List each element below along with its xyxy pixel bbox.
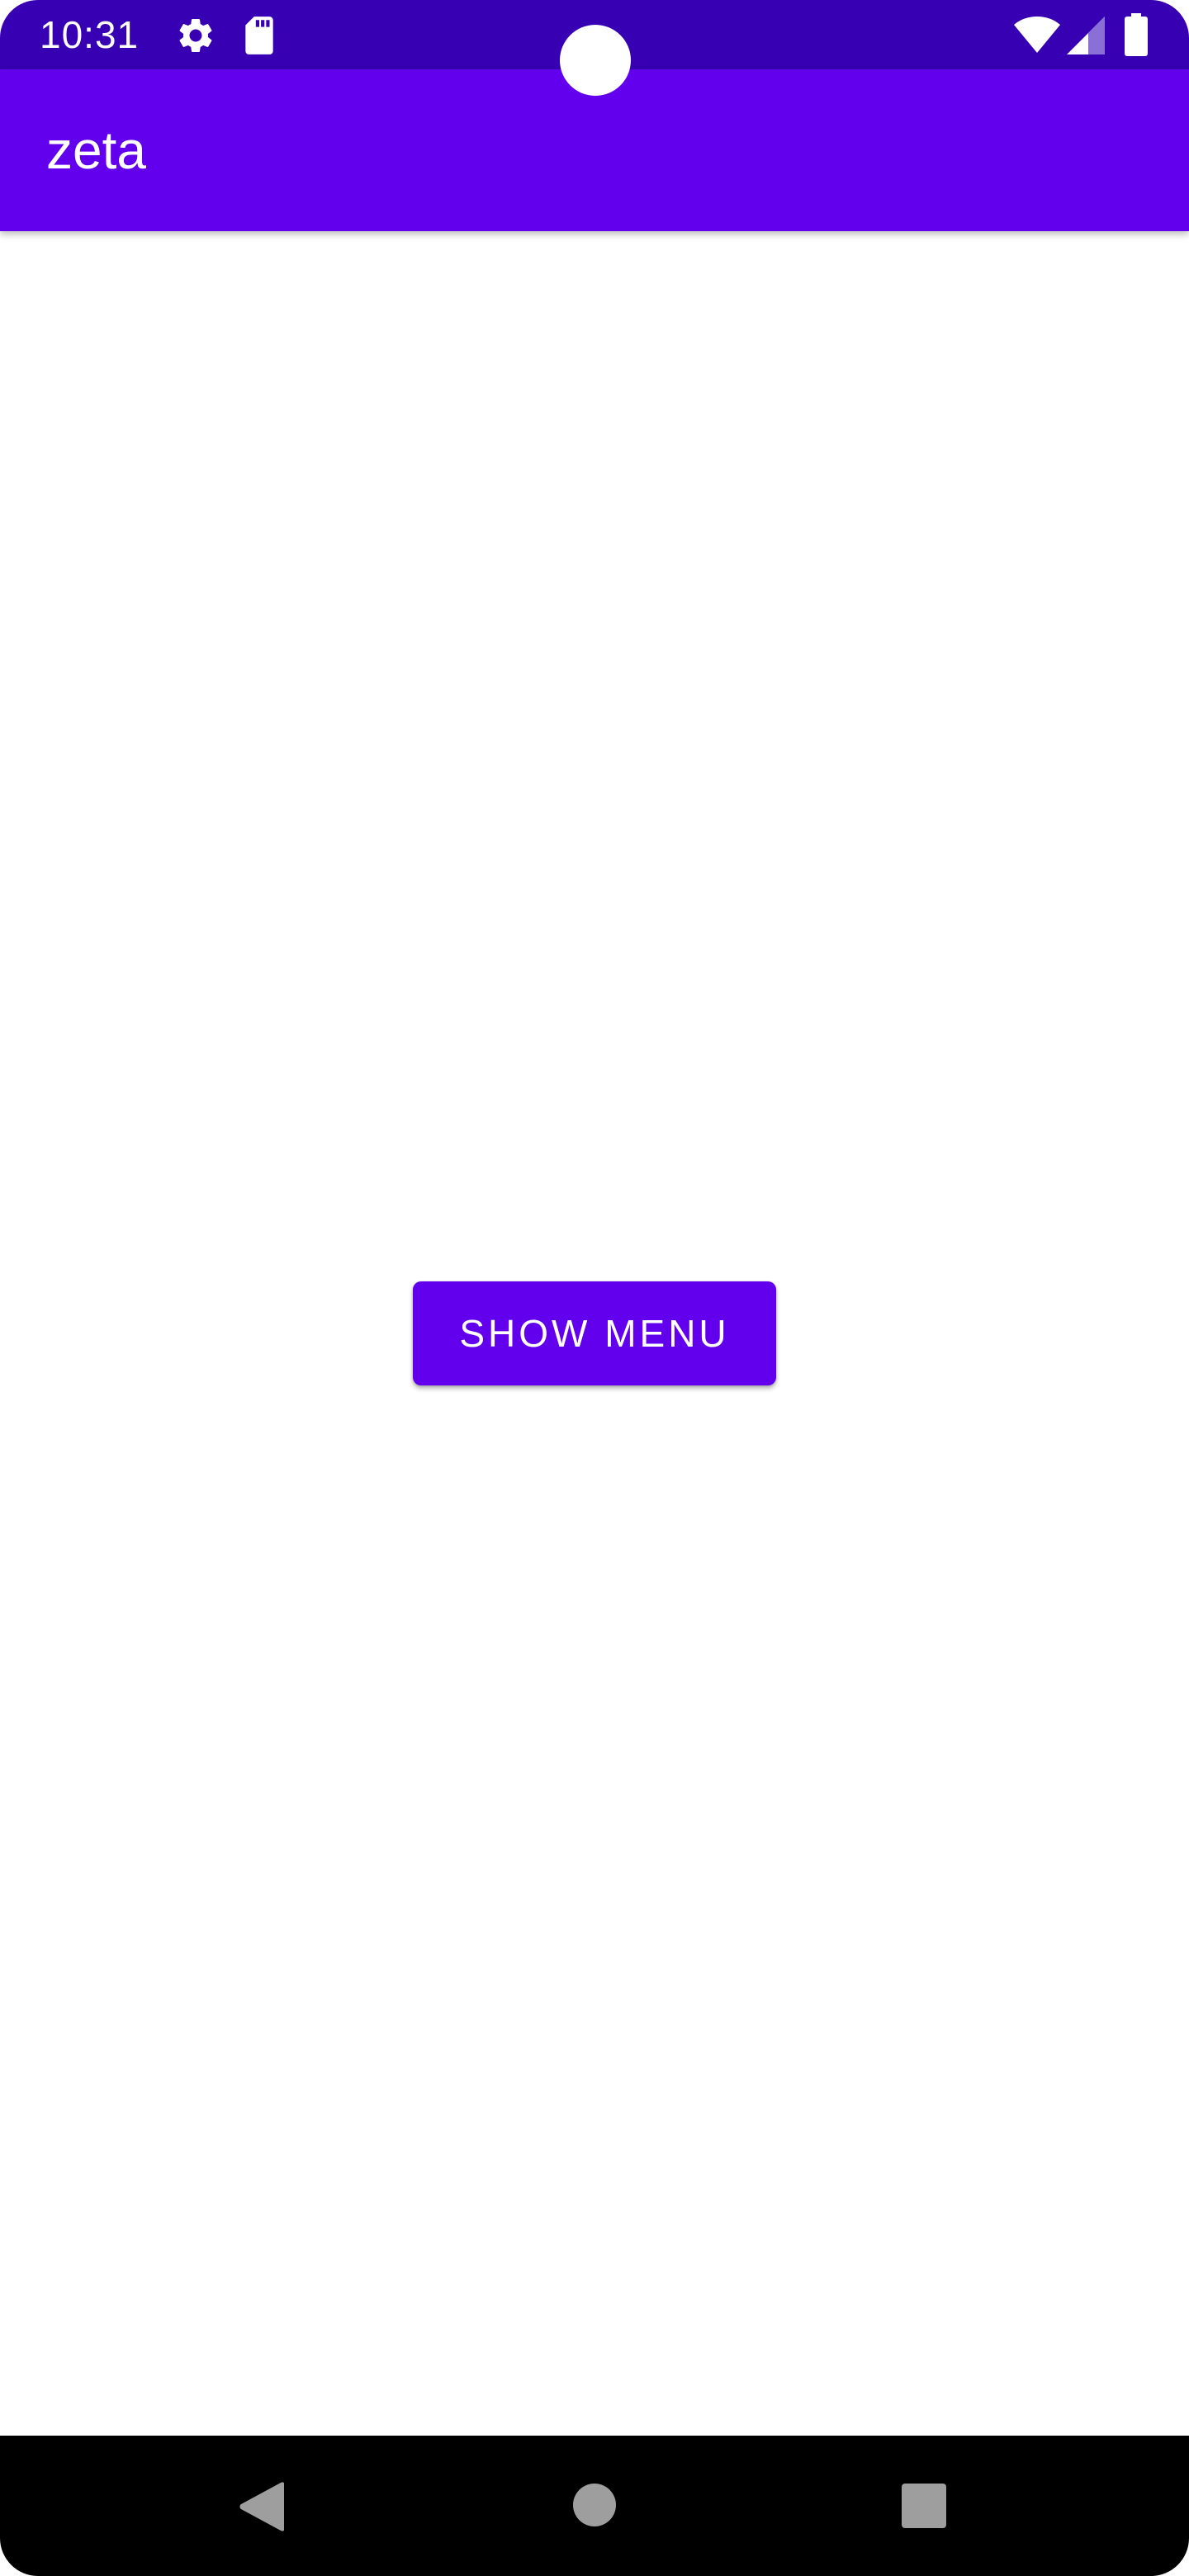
camera-cutout <box>560 25 631 96</box>
main-content: SHOW MENU <box>0 231 1189 2436</box>
status-time: 10:31 <box>40 13 140 56</box>
app-title: zeta <box>46 121 146 180</box>
back-icon[interactable] <box>239 2482 286 2531</box>
home-icon[interactable] <box>573 2484 616 2526</box>
wifi-icon <box>1014 17 1060 53</box>
show-menu-button[interactable]: SHOW MENU <box>413 1281 776 1385</box>
settings-icon <box>179 18 212 52</box>
battery-icon <box>1125 13 1148 56</box>
navigation-bar <box>0 2436 1189 2576</box>
sd-card-icon <box>245 17 273 54</box>
cellular-signal-icon <box>1067 17 1105 54</box>
recents-icon[interactable] <box>902 2484 946 2528</box>
